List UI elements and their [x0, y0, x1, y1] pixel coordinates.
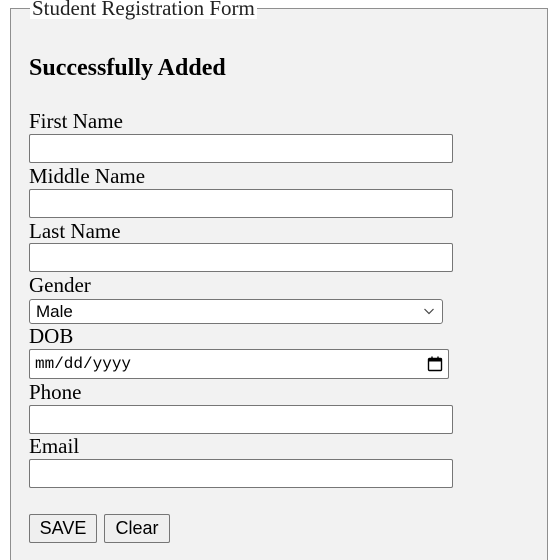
first-name-label: First Name [29, 109, 123, 133]
phone-label: Phone [29, 380, 82, 404]
email-input[interactable] [29, 459, 453, 488]
chevron-down-icon [424, 308, 434, 315]
dob-input[interactable]: mm/dd/yyyy [29, 349, 449, 379]
first-name-input[interactable] [29, 134, 453, 163]
gender-selected-value: Male [36, 302, 73, 321]
last-name-input[interactable] [29, 243, 453, 272]
last-name-label: Last Name [29, 219, 121, 243]
gender-label: Gender [29, 273, 91, 297]
dob-label: DOB [29, 324, 74, 348]
phone-input[interactable] [29, 405, 453, 434]
form-legend: Student Registration Form [30, 0, 257, 19]
gender-select[interactable]: Male [29, 299, 443, 324]
dob-placeholder: mm/dd/yyyy [35, 355, 132, 373]
clear-button[interactable]: Clear [104, 514, 170, 543]
middle-name-label: Middle Name [29, 164, 146, 188]
calendar-icon[interactable] [427, 356, 443, 372]
middle-name-input[interactable] [29, 189, 453, 218]
status-message: Successfully Added [29, 55, 226, 81]
email-label: Email [29, 434, 80, 458]
save-button[interactable]: SAVE [29, 514, 97, 543]
